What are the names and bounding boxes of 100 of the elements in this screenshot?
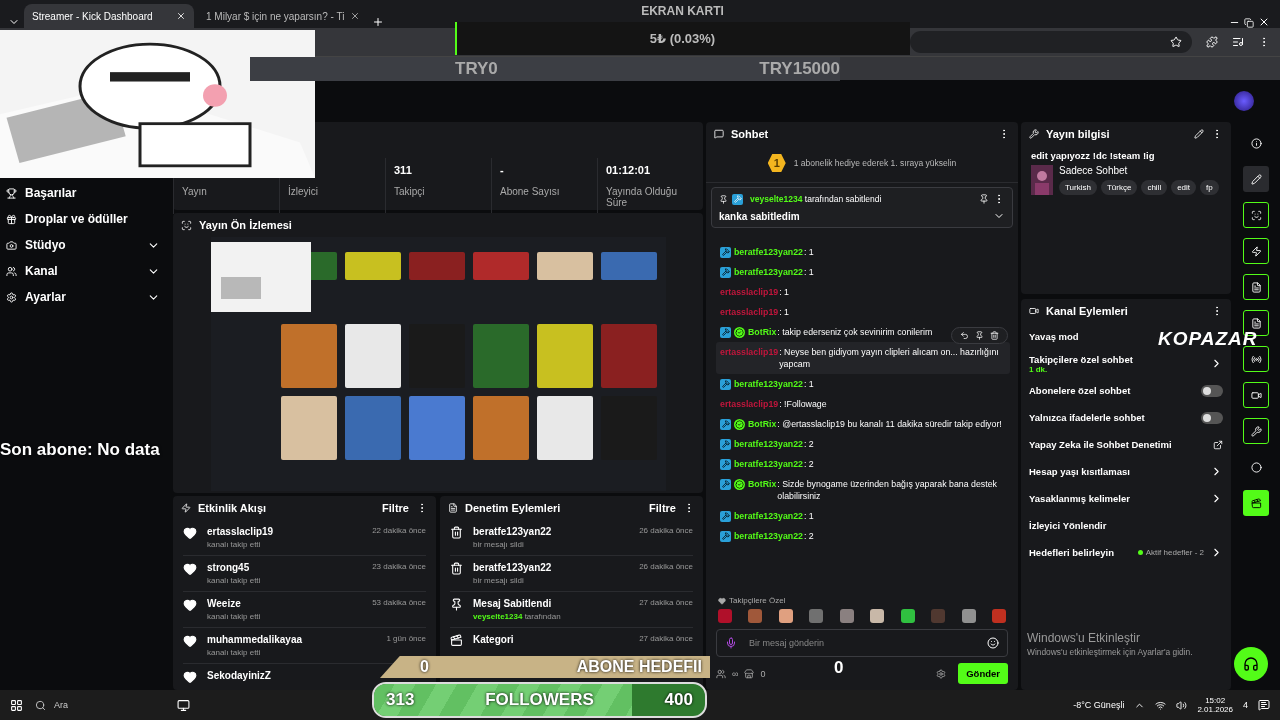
goal-label: ABONE HEDEFII: [576, 658, 702, 676]
card-title: Yayın bilgisi: [1046, 128, 1111, 140]
bookmark-star-icon[interactable]: [1170, 36, 1182, 48]
card-title: Kanal Eylemleri: [1046, 305, 1129, 317]
network-icon[interactable]: [1155, 699, 1167, 711]
chat-text: : 2: [803, 530, 814, 542]
channel-action[interactable]: Yapay Zeka ile Sohbet Denetimi: [1021, 431, 1231, 458]
chat-text: : @ertasslaclip19 bu kanalı 11 dakika süredir takip ediyor!: [777, 418, 1002, 430]
trash-icon: [450, 526, 463, 539]
notification-icon[interactable]: [1258, 699, 1270, 711]
chat-text: : 1: [779, 286, 789, 298]
rail-button[interactable]: [1243, 202, 1269, 228]
wrench-icon: [1250, 425, 1262, 437]
heart-icon: [183, 526, 197, 540]
rail-button[interactable]: [1243, 166, 1269, 192]
heart-icon: [183, 670, 197, 684]
channel-action[interactable]: Hesap yaşı kısıtlaması: [1021, 458, 1231, 485]
rail-button[interactable]: [1243, 274, 1269, 300]
rail-button[interactable]: [1243, 490, 1269, 516]
activation-text: Windows'u etkinleştirmek için Ayarlar'a gidin.: [1027, 647, 1193, 657]
new-tab-icon[interactable]: [372, 16, 384, 28]
support-button[interactable]: [1234, 647, 1268, 681]
emote-icon[interactable]: [778, 609, 793, 623]
undo-icon[interactable]: [960, 331, 969, 340]
stat-value: 01:12:01: [606, 164, 652, 176]
event-time: 23 dakika önce: [372, 562, 426, 571]
tag[interactable]: fp: [1200, 180, 1219, 195]
extensions-icon[interactable]: [1206, 36, 1218, 48]
close-icon[interactable]: [1258, 16, 1270, 28]
browser-tab[interactable]: 1 Milyar $ için ne yaparsın? - Ti: [198, 4, 368, 28]
trash-icon[interactable]: [990, 331, 999, 340]
mic-icon[interactable]: [725, 637, 737, 649]
channel-action[interactable]: Yasaklanmış kelimeler: [1021, 485, 1231, 512]
emote-icon[interactable]: [900, 609, 915, 623]
external-icon: [1213, 439, 1223, 450]
filter-button[interactable]: Filtre: [382, 502, 409, 514]
bolt-icon: [181, 503, 191, 513]
chat-text: : 1: [803, 510, 814, 522]
start-icon[interactable]: [10, 698, 23, 712]
message-input[interactable]: Bir mesaj gönderin: [747, 637, 977, 649]
tag[interactable]: Türkçe: [1100, 180, 1138, 195]
chat-username: beratfe123yan22: [734, 246, 803, 258]
emote-icon[interactable]: [839, 609, 854, 623]
channel-action[interactable]: Yalnızca ifadelerle sohbet: [1021, 404, 1231, 431]
task-view-icon[interactable]: [177, 698, 190, 712]
moderation-detail: bir mesajı sildi: [473, 576, 525, 585]
document-icon: [1250, 317, 1262, 329]
volume-icon[interactable]: [1176, 699, 1188, 711]
close-icon[interactable]: [176, 11, 186, 21]
sidebar-icon: [6, 291, 17, 303]
chat-text: : 1: [803, 266, 814, 278]
rail-button[interactable]: [1243, 382, 1269, 408]
tag[interactable]: Turkish: [1059, 180, 1097, 195]
sidebar-item[interactable]: Kanal: [6, 262, 160, 280]
emote-icon[interactable]: [870, 609, 885, 623]
edit-icon[interactable]: [1194, 129, 1204, 139]
stat-label: Takipçi: [394, 186, 426, 197]
rail-button[interactable]: [1243, 238, 1269, 264]
browser-tab[interactable]: Streamer - Kick Dashboard: [24, 4, 194, 28]
media-icon[interactable]: [1232, 36, 1244, 48]
emote-icon[interactable]: [961, 609, 976, 623]
sidebar-item[interactable]: Stüdyo: [6, 236, 160, 254]
send-button[interactable]: Gönder: [958, 663, 1008, 684]
overlay-title: EKRAN KARTI: [641, 3, 724, 20]
avatar[interactable]: [1234, 91, 1254, 111]
close-icon[interactable]: [350, 11, 360, 21]
moderation-title: beratfe123yan22: [473, 526, 553, 537]
points-icon: [716, 668, 726, 679]
goal-max: TRY15000: [759, 59, 840, 79]
unpin-icon[interactable]: [979, 194, 989, 204]
pin-icon[interactable]: [975, 331, 984, 340]
channel-action[interactable]: Hedefleri belirleyin Aktif hedefler - 2: [1021, 539, 1231, 566]
rail-button[interactable]: [1243, 418, 1269, 444]
toggle-switch[interactable]: [1201, 384, 1223, 397]
mod-badge-icon: [733, 195, 742, 204]
event-time: 53 dakika önce: [372, 598, 426, 607]
filter-button[interactable]: Filtre: [649, 502, 676, 514]
notification-count[interactable]: 4: [1243, 700, 1248, 710]
channel-action[interactable]: Takipçilere özel sohbet 1 dk.: [1021, 350, 1231, 377]
taskbar-search[interactable]: Ara: [35, 699, 165, 711]
message-field[interactable]: Bir mesaj gönderin: [716, 629, 1008, 657]
tag[interactable]: edit: [1171, 180, 1197, 195]
emoji-icon[interactable]: [987, 637, 999, 649]
rail-button[interactable]: [1243, 346, 1269, 372]
sidebar-item[interactable]: Ayarlar: [6, 288, 160, 306]
tag[interactable]: chill: [1141, 180, 1168, 195]
pencil-icon: [1250, 173, 1262, 185]
sidebar-item[interactable]: Droplar ve ödüller: [6, 210, 160, 228]
channel-action[interactable]: Abonelere özel sohbet: [1021, 377, 1231, 404]
card-title: Etkinlik Akışı: [198, 502, 268, 514]
shop-icon[interactable]: [744, 668, 755, 679]
chat-username: beratfe123yan22: [734, 438, 803, 450]
clapper-icon: [1250, 497, 1262, 509]
toggle-switch[interactable]: [1201, 411, 1223, 424]
settings-icon[interactable]: [936, 668, 947, 679]
sidebar-item[interactable]: Başarılar: [6, 184, 160, 202]
sidebar-icon: [6, 239, 17, 251]
moderation-time: 27 dakika önce: [639, 598, 693, 607]
category-icon: [450, 634, 463, 647]
restore-icon[interactable]: [1244, 18, 1254, 28]
